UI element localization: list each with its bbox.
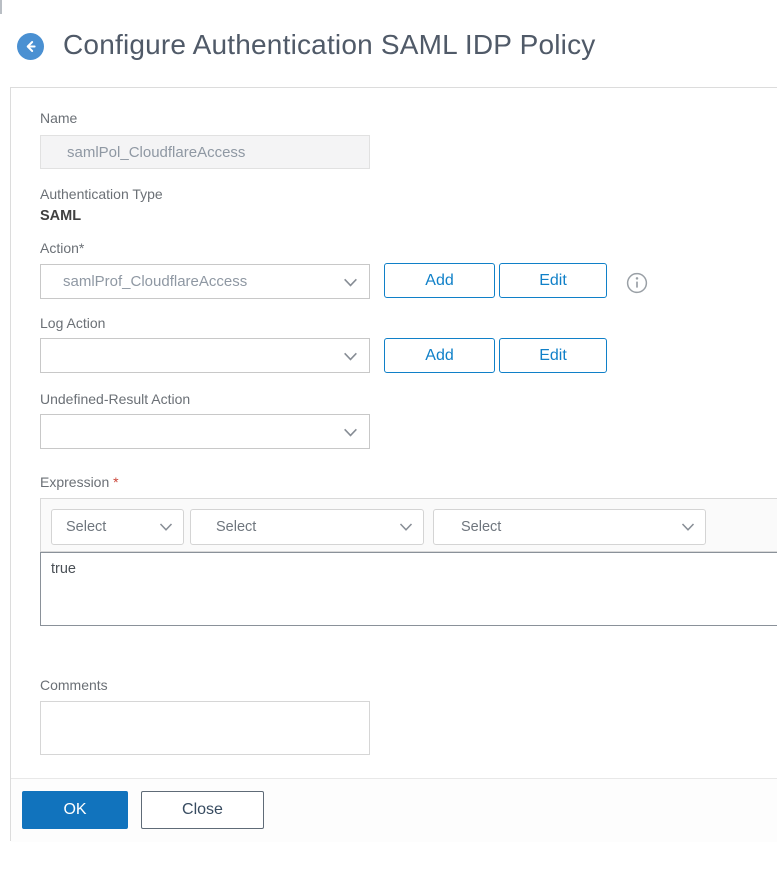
log-action-select[interactable]: [40, 338, 370, 373]
expression-toolbar: Select Select Select: [40, 498, 777, 552]
info-icon[interactable]: [626, 272, 648, 294]
chevron-down-icon: [680, 519, 696, 535]
expression-select-2-value: Select: [216, 519, 257, 535]
close-button[interactable]: Close: [141, 791, 264, 829]
footer-bar: OK Close: [11, 778, 777, 842]
ok-button[interactable]: OK: [22, 791, 128, 829]
chevron-down-icon: [398, 519, 414, 535]
page-edge-artifact: [0, 0, 2, 14]
expression-select-1[interactable]: Select: [51, 509, 184, 545]
log-action-label: Log Action: [40, 315, 106, 331]
chevron-down-icon: [342, 424, 359, 441]
chevron-down-icon: [342, 348, 359, 365]
expression-select-2[interactable]: Select: [190, 509, 424, 545]
log-action-add-button[interactable]: Add: [384, 338, 495, 373]
action-add-button[interactable]: Add: [384, 263, 495, 298]
comments-label: Comments: [40, 677, 108, 693]
page-title: Configure Authentication SAML IDP Policy: [63, 29, 596, 60]
undefined-result-action-select[interactable]: [40, 414, 370, 449]
chevron-down-icon: [342, 274, 359, 291]
action-label: Action*: [40, 240, 85, 256]
name-input[interactable]: [40, 135, 370, 169]
back-arrow-icon: [23, 39, 38, 54]
undefined-result-action-label: Undefined-Result Action: [40, 391, 191, 407]
expression-select-3[interactable]: Select: [433, 509, 706, 545]
chevron-down-icon: [158, 519, 174, 535]
action-select-value: samlProf_CloudflareAccess: [63, 273, 248, 290]
expression-select-3-value: Select: [461, 519, 502, 535]
comments-input[interactable]: [40, 701, 370, 755]
action-select[interactable]: samlProf_CloudflareAccess: [40, 264, 370, 299]
form-panel: Name Authentication Type SAML Action* sa…: [10, 87, 777, 842]
back-button[interactable]: [17, 33, 44, 60]
expression-select-1-value: Select: [66, 519, 107, 535]
name-label: Name: [40, 110, 78, 126]
authentication-type-value: SAML: [40, 208, 82, 224]
expression-label: Expression *: [40, 474, 119, 490]
authentication-type-label: Authentication Type: [40, 186, 163, 202]
log-action-edit-button[interactable]: Edit: [499, 338, 607, 373]
required-asterisk: *: [113, 474, 119, 490]
expression-input[interactable]: true: [40, 552, 777, 626]
action-edit-button[interactable]: Edit: [499, 263, 607, 298]
